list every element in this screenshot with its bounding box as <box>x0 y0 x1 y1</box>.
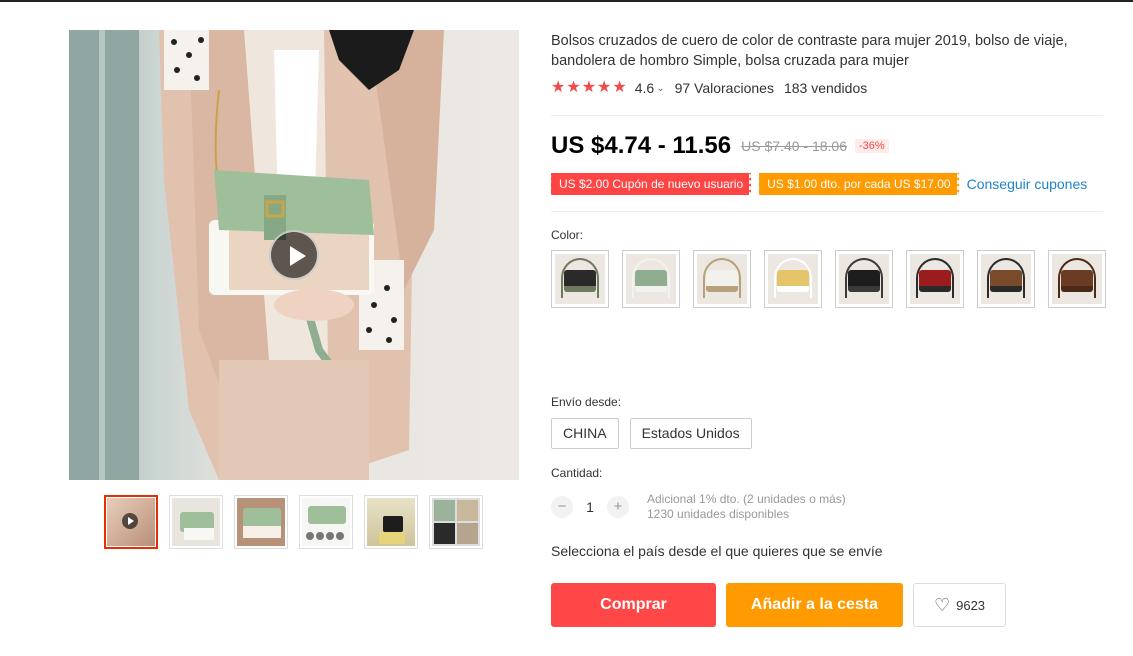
divider <box>551 211 1103 212</box>
decrease-quantity-button[interactable]: − <box>551 496 573 518</box>
product-title: Bolsos cruzados de cuero de color de con… <box>551 33 1068 69</box>
swatch-image <box>555 254 605 304</box>
color-swatches <box>551 250 1111 308</box>
ship-country-prompt[interactable]: Selecciona el país desde el que quieres … <box>551 543 883 559</box>
swatch-bag <box>777 270 809 292</box>
coupons-row: US $2.00 Cupón de nuevo usuario US $1.00… <box>548 173 1088 195</box>
swatch-bag <box>635 270 667 292</box>
swatch-bag <box>564 270 596 292</box>
swatch-image <box>910 254 960 304</box>
stock-available-text: 1230 unidades disponibles <box>647 507 790 521</box>
swatch-image <box>1052 254 1102 304</box>
swatch-bag <box>848 270 880 292</box>
swatch-image <box>697 254 747 304</box>
price: US $4.74 - 11.56 <box>551 132 732 159</box>
color-label: Color: <box>551 228 584 242</box>
chevron-down-icon[interactable]: ⌄ <box>656 83 664 94</box>
add-to-cart-button[interactable]: Añadir a la cesta <box>726 583 903 627</box>
thumbnail-image[interactable] <box>364 495 418 549</box>
discount-badge: -36% <box>855 139 889 153</box>
thumbnail-image[interactable] <box>234 495 288 549</box>
swatch-bag <box>1061 270 1093 292</box>
color-swatch[interactable] <box>622 250 680 308</box>
star-icon: ★ <box>551 79 566 96</box>
star-icon: ★ <box>566 79 581 96</box>
reviews-link[interactable]: 97 Valoraciones <box>675 80 774 96</box>
divider <box>551 115 1103 116</box>
action-buttons: Comprar Añadir a la cesta ♡ 9623 <box>551 583 1006 627</box>
star-icon: ★ <box>581 79 597 96</box>
price-row: US $4.74 - 11.56 US $7.40 - 18.06 -36% <box>551 132 889 160</box>
thumbnail-strip <box>104 495 483 549</box>
sold-count: 183 vendidos <box>783 80 868 96</box>
increase-quantity-button[interactable]: + <box>607 496 629 518</box>
wishlist-button[interactable]: ♡ 9623 <box>913 583 1006 627</box>
swatch-image <box>626 254 676 304</box>
quantity-label: Cantidad: <box>551 466 603 480</box>
swatch-image <box>768 254 818 304</box>
swatch-bag <box>990 270 1022 292</box>
swatch-bag <box>919 270 951 292</box>
swatch-image <box>981 254 1031 304</box>
quantity-value[interactable]: 1 <box>573 499 607 515</box>
thumbnail-video[interactable] <box>104 495 158 549</box>
original-price: US $7.40 - 18.06 <box>741 138 847 154</box>
quantity-info: Adicional 1% dto. (2 unidades o más) 123… <box>647 492 846 522</box>
star-icon: ★ <box>597 79 612 96</box>
ship-from-usa[interactable]: Estados Unidos <box>629 418 752 449</box>
rating-stars: ★ ★ ★ ★ ★ <box>551 80 627 96</box>
bulk-discount-text: Adicional 1% dto. (2 unidades o más) <box>647 492 846 506</box>
thumbnail-image[interactable] <box>429 495 483 549</box>
color-swatch[interactable] <box>551 250 609 308</box>
buy-now-button[interactable]: Comprar <box>551 583 716 627</box>
star-icon: ★ <box>612 79 627 96</box>
color-swatch[interactable] <box>906 250 964 308</box>
heart-icon: ♡ <box>933 595 951 615</box>
color-swatch[interactable] <box>764 250 822 308</box>
color-swatch[interactable] <box>1048 250 1106 308</box>
swatch-bag <box>706 270 738 292</box>
top-border <box>0 0 1133 2</box>
color-swatch[interactable] <box>835 250 893 308</box>
main-product-image[interactable] <box>69 30 519 480</box>
wishlist-count: 9623 <box>956 597 986 613</box>
new-user-coupon[interactable]: US $2.00 Cupón de nuevo usuario <box>548 173 754 195</box>
store-coupon[interactable]: US $1.00 dto. por cada US $17.00 <box>757 173 962 195</box>
play-video-button[interactable] <box>269 230 319 280</box>
get-coupons-link[interactable]: Conseguir cupones <box>967 176 1088 192</box>
quantity-stepper: − 1 + Adicional 1% dto. (2 unidades o má… <box>551 492 846 522</box>
rating-value[interactable]: 4.6 <box>635 80 654 96</box>
rating-row: ★ ★ ★ ★ ★ 4.6 ⌄ 97 Valoraciones 183 vend… <box>551 80 868 97</box>
thumbnail-image[interactable] <box>169 495 223 549</box>
color-swatch[interactable] <box>693 250 751 308</box>
color-swatch[interactable] <box>977 250 1035 308</box>
ship-from-label: Envío desde: <box>551 395 622 409</box>
ship-from-china[interactable]: CHINA <box>551 418 619 449</box>
swatch-image <box>839 254 889 304</box>
ship-from-options: CHINA Estados Unidos <box>551 418 752 449</box>
thumbnail-image[interactable] <box>299 495 353 549</box>
